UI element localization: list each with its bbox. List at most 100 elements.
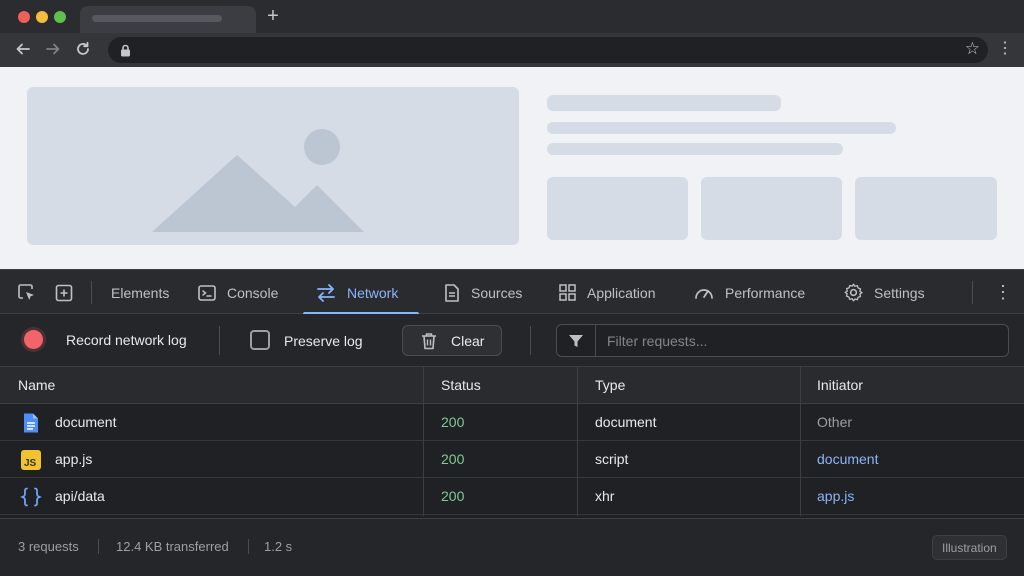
network-summary-bar: 3 requests 12.4 KB transferred 1.2 s Ill… — [0, 518, 1024, 576]
filter-icon[interactable] — [557, 325, 596, 356]
table-row[interactable]: api/data 200 xhr app.js — [0, 478, 1024, 515]
browser-tab[interactable] — [80, 6, 256, 33]
filter-input[interactable] — [597, 325, 1007, 356]
tab-label: Settings — [874, 284, 925, 301]
tab-console[interactable]: Console — [197, 270, 278, 315]
divider — [91, 281, 92, 304]
forward-button[interactable] — [42, 38, 64, 60]
image-icon — [152, 129, 364, 232]
divider — [248, 539, 249, 554]
new-tab-button[interactable]: + — [262, 5, 284, 27]
page-viewport — [0, 67, 1024, 269]
tab-application[interactable]: Application — [558, 270, 656, 315]
request-type: xhr — [595, 488, 615, 504]
js-file-icon: JS — [21, 450, 41, 470]
window-minimize-button[interactable] — [36, 11, 48, 23]
back-button[interactable] — [12, 38, 34, 60]
preserve-log-label: Preserve log — [284, 333, 363, 349]
reload-icon — [77, 41, 89, 55]
request-name: app.js — [55, 451, 93, 467]
column-header-initiator[interactable]: Initiator — [817, 367, 863, 404]
network-arrows-icon — [317, 283, 335, 302]
arrow-left-icon — [16, 43, 30, 55]
svg-text:JS: JS — [24, 458, 37, 469]
browser-menu-icon[interactable]: ⋮ — [995, 38, 1015, 60]
device-toggle-icon — [55, 284, 73, 301]
network-action-bar: Record network log Preserve log Clear — [0, 314, 1024, 367]
funnel-icon — [569, 334, 583, 347]
address-bar[interactable]: ☆ — [108, 37, 988, 63]
tab-label: Console — [227, 284, 279, 301]
clear-label: Clear — [451, 332, 485, 349]
tab-network[interactable]: Network — [315, 270, 398, 315]
request-name: api/data — [55, 488, 105, 504]
column-header-type[interactable]: Type — [595, 367, 625, 404]
devtools-panel: Elements Console Network Sources Applica… — [0, 269, 1024, 576]
browser-tabstrip: + — [0, 0, 1024, 33]
devtools-menu-icon[interactable]: ⋮ — [994, 270, 1012, 315]
reload-button[interactable] — [72, 38, 94, 60]
column-divider[interactable] — [423, 367, 424, 516]
skeleton-line — [547, 122, 896, 134]
image-placeholder — [27, 87, 519, 245]
window-close-button[interactable] — [18, 11, 30, 23]
table-row[interactable]: JS app.js 200 script document — [0, 441, 1024, 478]
request-initiator-link[interactable]: app.js — [817, 478, 854, 515]
trash-icon — [422, 332, 436, 349]
skeleton-card — [701, 177, 842, 240]
skeleton-line — [547, 143, 843, 155]
clear-button[interactable]: Clear — [402, 325, 502, 356]
divider — [219, 326, 220, 355]
tab-settings[interactable]: Settings — [843, 270, 925, 315]
device-toolbar-button[interactable] — [54, 270, 74, 315]
window-maximize-button[interactable] — [54, 11, 66, 23]
table-header: Name Status Type Initiator — [0, 367, 1024, 404]
divider — [530, 326, 531, 355]
column-divider[interactable] — [800, 367, 801, 516]
preserve-log-checkbox[interactable] — [250, 330, 270, 350]
request-status: 200 — [441, 451, 465, 467]
record-label: Record network log — [66, 332, 187, 348]
grid-icon — [559, 284, 576, 301]
skeleton-card — [855, 177, 997, 240]
lock-icon — [121, 44, 130, 57]
request-initiator-link[interactable]: document — [817, 441, 878, 478]
request-status: 200 — [441, 488, 465, 504]
request-name: document — [55, 414, 117, 430]
braces-icon — [20, 487, 42, 507]
tab-title-placeholder — [92, 15, 222, 22]
divider — [972, 281, 973, 304]
column-header-name[interactable]: Name — [18, 367, 55, 404]
gauge-icon — [695, 288, 713, 299]
column-header-status[interactable]: Status — [441, 367, 481, 404]
bookmark-star-icon[interactable]: ☆ — [965, 39, 980, 59]
table-row[interactable]: document 200 document Other — [0, 404, 1024, 441]
tab-sources[interactable]: Sources — [443, 270, 522, 315]
record-button[interactable] — [24, 330, 43, 349]
console-icon — [198, 284, 216, 301]
gear-icon — [844, 283, 863, 302]
request-initiator: Other — [817, 414, 853, 430]
tab-elements[interactable]: Elements — [111, 270, 169, 315]
request-count: 3 requests — [18, 539, 79, 554]
arrow-right-icon — [46, 43, 60, 55]
skeleton-line — [547, 95, 781, 111]
tab-label: Elements — [111, 284, 170, 301]
browser-toolbar: ☆ ⋮ — [0, 33, 1024, 67]
request-type: document — [595, 414, 657, 430]
tab-label: Sources — [471, 284, 523, 301]
tab-label: Network — [347, 284, 399, 301]
column-divider[interactable] — [577, 367, 578, 516]
tab-label: Performance — [725, 284, 806, 301]
divider — [98, 539, 99, 554]
tab-performance[interactable]: Performance — [693, 270, 805, 315]
illustration-badge: Illustration — [932, 535, 1007, 560]
load-time: 1.2 s — [264, 539, 293, 554]
inspect-element-button[interactable] — [17, 270, 37, 315]
document-file-icon — [24, 413, 38, 433]
tab-label: Application — [587, 284, 656, 301]
filter-box — [556, 324, 1009, 357]
request-status: 200 — [441, 414, 465, 430]
inspect-cursor-icon — [18, 283, 34, 300]
devtools-tabbar: Elements Console Network Sources Applica… — [0, 269, 1024, 315]
